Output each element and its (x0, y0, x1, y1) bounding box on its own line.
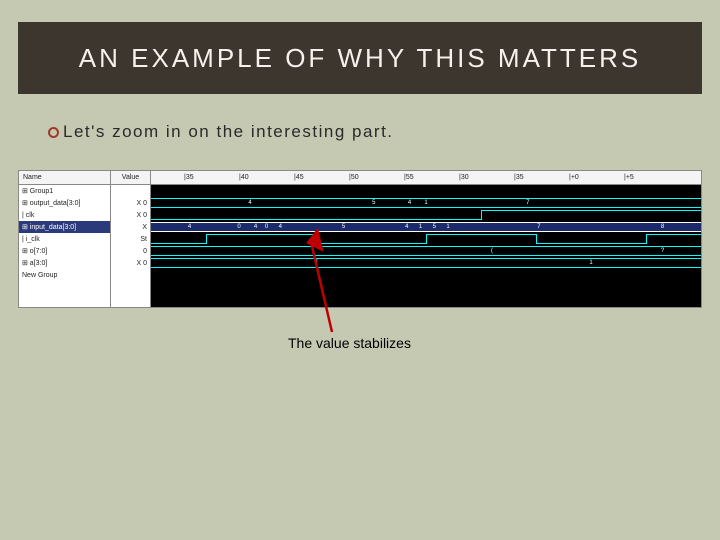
waveform-header: Name Value |35 |40 |45 |50 |55 |30 |35 |+0 |+5 (19, 171, 701, 185)
signal-name[interactable]: New Group (19, 269, 110, 281)
bus-segment: 1 (415, 222, 426, 232)
waveform-panel: Name Value |35 |40 |45 |50 |55 |30 |35 |+0 |+5 ⊞… (18, 170, 702, 308)
bus-segment: 8 (624, 222, 701, 232)
signal-name[interactable]: ⊞ a[3:0] (19, 257, 110, 269)
signal-name[interactable]: ⊞ Group1 (19, 185, 110, 197)
signal-value: St (111, 233, 150, 245)
wire-segment (206, 234, 207, 244)
ruler-tick: |+0 (569, 171, 579, 184)
ruler-tick: |45 (294, 171, 304, 184)
bus-segment: 4 (151, 198, 349, 208)
ruler-tick: |+5 (624, 171, 634, 184)
ruler-tick: |50 (349, 171, 359, 184)
signal-name[interactable]: | clk (19, 209, 110, 221)
signal-name[interactable]: | i_clk (19, 233, 110, 245)
time-ruler: |35 |40 |45 |50 |55 |30 |35 |+0 |+5 (151, 171, 701, 184)
signal-value: X 0 (111, 209, 150, 221)
bus-segment: 4 (399, 222, 416, 232)
bus-segment (624, 198, 701, 208)
bus-segment: 5 (426, 222, 443, 232)
wire-segment (481, 210, 701, 211)
bus-segment: 4 (250, 222, 261, 232)
ruler-tick: |40 (239, 171, 249, 184)
waveform-lane: 71 (151, 257, 701, 269)
bus-segment: 1 (481, 258, 701, 268)
signal-value: X 0 (111, 257, 150, 269)
bus-segment: 1 (421, 198, 432, 208)
waveform-area: 45417404045415178(?71 (151, 185, 701, 307)
header-value-col: Value (111, 171, 151, 184)
bullet-line: Let's zoom in on the interesting part. (48, 122, 394, 142)
waveform-lane: (? (151, 245, 701, 257)
waveform-lane: 45417 (151, 197, 701, 209)
ruler-tick: |35 (184, 171, 194, 184)
bus-segment: ? (624, 246, 701, 256)
ruler-tick: |30 (459, 171, 469, 184)
annotation-text: The value stabilizes (288, 335, 411, 351)
signal-value: 0 (111, 245, 150, 257)
bullet-text: Let's zoom in on the interesting part. (63, 122, 394, 142)
bullet-icon (48, 127, 59, 138)
bus-segment: 7 (151, 258, 481, 268)
ruler-tick: |35 (514, 171, 524, 184)
wire-segment (426, 234, 536, 235)
bus-segment: 5 (289, 222, 399, 232)
ruler-tick: |55 (404, 171, 414, 184)
bus-segment: 1 (443, 222, 454, 232)
wire-segment (646, 234, 647, 244)
signal-value: X (111, 221, 150, 233)
bus-segment: 4 (399, 198, 421, 208)
bus-segment: 0 (261, 222, 272, 232)
wire-segment (151, 219, 481, 220)
wire-segment (151, 243, 206, 244)
bus-segment: 4 (272, 222, 289, 232)
header-name-col: Name (19, 171, 111, 184)
signal-value (111, 185, 150, 197)
wire-segment (426, 234, 427, 244)
wire-segment (646, 234, 701, 235)
bus-segment: 0 (228, 222, 250, 232)
bus-segment (151, 246, 360, 256)
bus-segment: 7 (432, 198, 625, 208)
waveform-body: ⊞ Group1 ⊞ output_data[3:0] | clk ⊞ inpu… (19, 185, 701, 307)
wire-segment (206, 234, 316, 235)
slide-title: AN EXAMPLE OF WHY THIS MATTERS (79, 43, 641, 74)
waveform-lane (151, 233, 701, 245)
wire-segment (316, 243, 426, 244)
bus-segment: 5 (349, 198, 399, 208)
waveform-lane (151, 209, 701, 221)
wire-segment (536, 243, 646, 244)
signal-name[interactable]: ⊞ input_data[3:0] (19, 221, 110, 233)
signal-name-column: ⊞ Group1 ⊞ output_data[3:0] | clk ⊞ inpu… (19, 185, 111, 307)
signal-value (111, 269, 150, 281)
slide-title-bar: AN EXAMPLE OF WHY THIS MATTERS (18, 22, 702, 94)
signal-value-column: X 0X 0XSt0X 0 (111, 185, 151, 307)
bus-segment: 4 (151, 222, 228, 232)
waveform-lane: 404045415178 (151, 221, 701, 233)
signal-value: X 0 (111, 197, 150, 209)
wire-segment (481, 210, 482, 220)
bus-segment: ( (360, 246, 624, 256)
signal-name[interactable]: ⊞ output_data[3:0] (19, 197, 110, 209)
signal-name[interactable]: ⊞ o[7:0] (19, 245, 110, 257)
bus-segment: 7 (454, 222, 625, 232)
